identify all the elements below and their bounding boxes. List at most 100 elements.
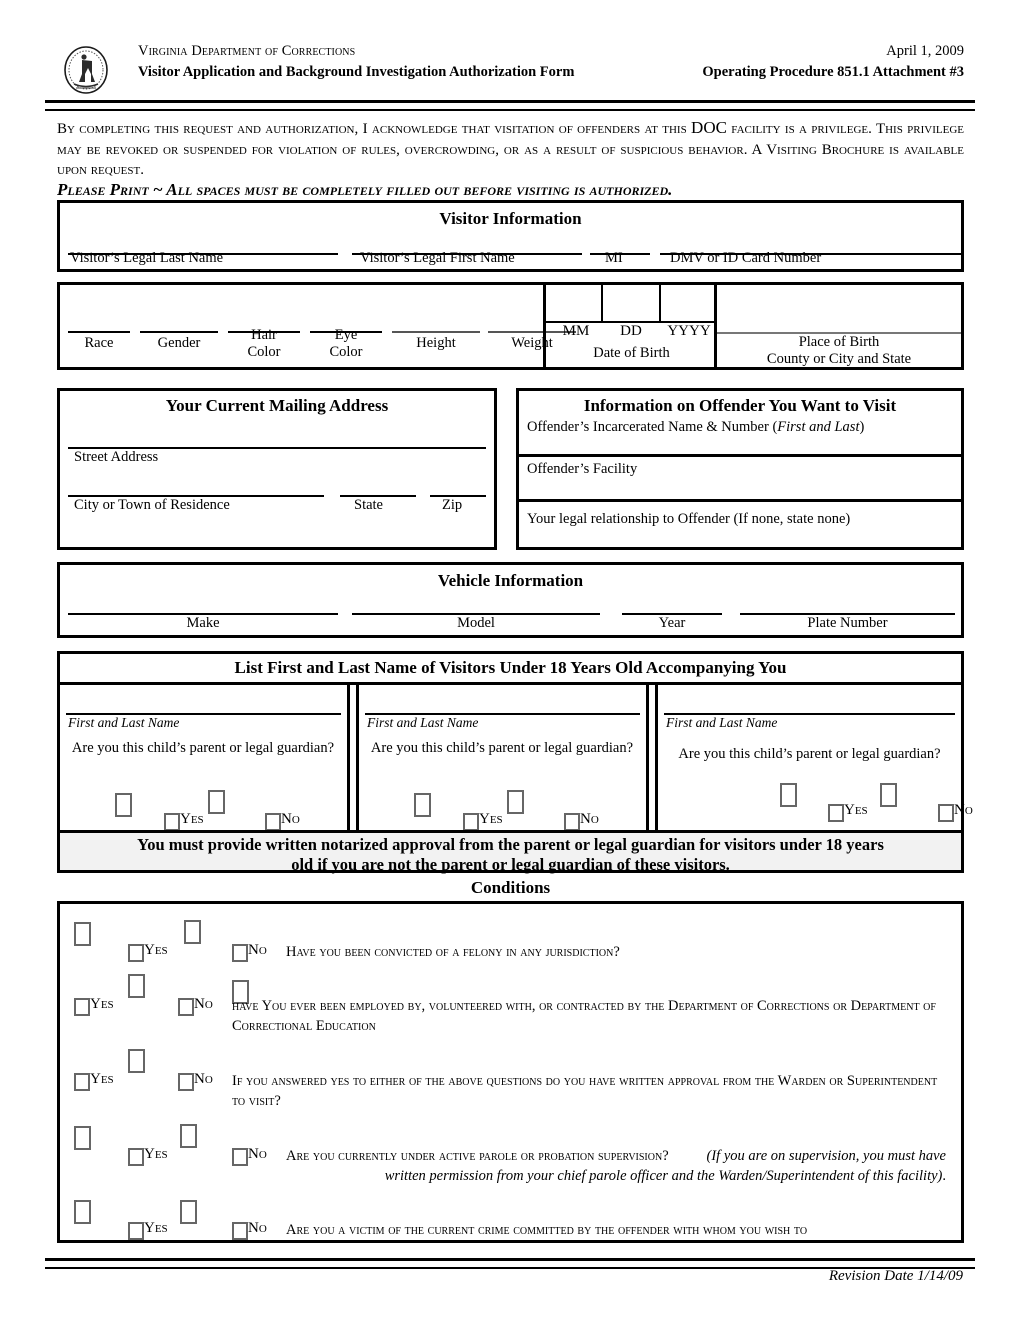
- minor-3-no-label: No: [954, 802, 973, 818]
- visitor-information-title: Visitor Information: [439, 209, 582, 228]
- minor-2-name-label: First and Last Name: [367, 715, 479, 730]
- minor-2-no-label: No: [580, 811, 599, 827]
- condition-4-no-label: No: [248, 1146, 267, 1162]
- offender-name-label: Offender’s Incarcerated Name & Number (F…: [527, 419, 864, 436]
- offender-facility-divider: [519, 499, 961, 502]
- minor-3-yes-box-upper[interactable]: [780, 783, 797, 807]
- notarized-approval-notice: You must provide written notarized appro…: [60, 830, 961, 874]
- state-label: State: [354, 497, 383, 513]
- condition-row-3: Yes No If you answered yes to either of …: [60, 1049, 961, 1135]
- offender-name-label-text: Offender’s Incarcerated Name & Number (: [527, 419, 778, 435]
- minor-2-no-box-upper[interactable]: [507, 790, 524, 814]
- place-of-birth-line2: County or City and State: [766, 351, 912, 367]
- minor-1-no-label: No: [281, 811, 300, 827]
- minor-3-name-label: First and Last Name: [666, 715, 778, 730]
- minor-3-yes-label: Yes: [844, 802, 868, 818]
- visitor-information-section: Visitor Information Visitor’s Legal Last…: [57, 200, 964, 272]
- dmv-label: DMV or ID Card Number: [670, 250, 822, 266]
- dob-dd-label: DD: [620, 323, 642, 339]
- condition-4-text-main: Are you currently under active parole or…: [286, 1148, 669, 1164]
- minor-divider-1: [347, 685, 350, 830]
- plate-label: Plate Number: [807, 615, 888, 631]
- revision-date: Revision Date 1/14/09: [828, 1268, 963, 1284]
- minor-3-question: Are you this child’s parent or legal gua…: [678, 746, 941, 762]
- condition-3-text: If you answered yes to either of the abo…: [232, 1073, 938, 1109]
- minor-column-1: First and Last Name Are you this child’s…: [60, 685, 347, 831]
- minor-3-no-box-upper[interactable]: [880, 783, 897, 807]
- condition-1-text: Have you been convicted of a felony in a…: [286, 944, 620, 960]
- condition-row-1: Yes No Have you been convicted of a felo…: [60, 904, 961, 974]
- minor-column-3: First and Last Name Are you this child’s…: [658, 685, 973, 830]
- state-seal-icon: [62, 44, 110, 96]
- condition-5-no-box-upper[interactable]: [180, 1200, 197, 1224]
- height-label: Height: [416, 335, 456, 351]
- condition-5-yes-box-upper[interactable]: [74, 1200, 91, 1224]
- minor-2-yes-checkbox[interactable]: [463, 813, 479, 831]
- acknowledgement-paragraph: By completing this request and authoriza…: [57, 118, 964, 181]
- dob-yyyy-label: YYYY: [667, 323, 711, 339]
- condition-1-no-checkbox[interactable]: [232, 944, 248, 962]
- vehicle-information-title: Vehicle Information: [437, 571, 584, 590]
- condition-2-yes-box-upper[interactable]: [128, 974, 145, 998]
- date-of-birth-group: MM DD YYYY Date of Birth: [543, 285, 717, 367]
- offender-name-label-italic: First and Last: [777, 419, 860, 435]
- condition-1-yes-box-upper[interactable]: [74, 922, 91, 946]
- offender-name-label-end: ): [859, 419, 865, 435]
- header-date: April 1, 2009: [886, 43, 964, 59]
- vehicle-information-section: Vehicle Information Make Model Year Plat…: [57, 562, 964, 638]
- first-name-label: Visitor’s Legal First Name: [360, 250, 515, 266]
- minor-3-yes-checkbox[interactable]: [828, 804, 844, 822]
- condition-3-no-checkbox[interactable]: [178, 1073, 194, 1091]
- race-rule: [68, 331, 130, 333]
- dob-divider-1: [601, 285, 603, 321]
- condition-row-2: Yes No have You ever been employed by, v…: [60, 974, 961, 1060]
- minor-1-yes-checkbox[interactable]: [164, 813, 180, 831]
- condition-3-yes-box-upper[interactable]: [128, 1049, 145, 1073]
- dob-mm-label: MM: [562, 323, 590, 339]
- condition-2-no-checkbox[interactable]: [178, 998, 194, 1016]
- minor-visitors-section: List First and Last Name of Visitors Und…: [57, 651, 973, 874]
- condition-4-yes-checkbox[interactable]: [128, 1148, 144, 1166]
- place-of-birth-label: Place of Birth County or City and State: [717, 334, 961, 368]
- please-print-notice: Please Print ~ All spaces must be comple…: [57, 180, 673, 199]
- minor-1-no-checkbox[interactable]: [265, 813, 281, 831]
- condition-2-text: have You ever been employed by, voluntee…: [232, 998, 936, 1034]
- intro-text-part1: By completing this request and authoriza…: [57, 121, 692, 137]
- demographics-section: Race Gender Hair Color Eye Color Height …: [57, 282, 964, 370]
- gender-label: Gender: [157, 335, 201, 351]
- condition-5-no-checkbox[interactable]: [232, 1222, 248, 1240]
- last-name-label: Visitor’s Legal Last Name: [70, 250, 224, 266]
- minor-2-yes-box-upper[interactable]: [414, 793, 431, 817]
- notice-line-1: You must provide written notarized appro…: [137, 835, 884, 854]
- agency-name: Virginia Department of Corrections: [138, 43, 356, 59]
- condition-4-yes-box-upper[interactable]: [74, 1126, 91, 1150]
- minor-1-yes-box-upper[interactable]: [115, 793, 132, 817]
- mi-label: MI: [605, 250, 623, 266]
- minor-3-no-checkbox[interactable]: [938, 804, 954, 822]
- minor-1-question: Are you this child’s parent or legal gua…: [71, 740, 335, 756]
- minor-divider-2: [646, 685, 649, 830]
- condition-2-no-label: No: [194, 996, 213, 1012]
- minor-2-yes-label: Yes: [479, 811, 503, 827]
- offender-relationship-label: Your legal relationship to Offender (If …: [527, 511, 851, 527]
- eye-color-label-line1: Eye: [334, 327, 358, 343]
- condition-1-no-box-upper[interactable]: [184, 920, 201, 944]
- eye-color-label-line2: Color: [329, 344, 363, 360]
- race-label: Race: [84, 335, 114, 351]
- minor-2-question: Are you this child’s parent or legal gua…: [370, 740, 634, 756]
- condition-3-yes-checkbox[interactable]: [74, 1073, 90, 1091]
- minor-1-no-box-upper[interactable]: [208, 790, 225, 814]
- operating-procedure: Operating Procedure 851.1 Attachment #3: [702, 64, 964, 80]
- minor-visitors-title: List First and Last Name of Visitors Und…: [234, 658, 787, 677]
- header-divider: [45, 100, 975, 111]
- minor-2-no-checkbox[interactable]: [564, 813, 580, 831]
- conditions-section: Yes No Have you been convicted of a felo…: [57, 901, 964, 1243]
- condition-4-no-checkbox[interactable]: [232, 1148, 248, 1166]
- condition-4-no-box-upper[interactable]: [180, 1124, 197, 1148]
- condition-4-yes-label: Yes: [144, 1146, 168, 1162]
- condition-5-yes-checkbox[interactable]: [128, 1222, 144, 1240]
- condition-1-yes-checkbox[interactable]: [128, 944, 144, 962]
- year-label: Year: [658, 615, 686, 631]
- condition-2-yes-checkbox[interactable]: [74, 998, 90, 1016]
- offender-information-section: Information on Offender You Want to Visi…: [516, 388, 964, 550]
